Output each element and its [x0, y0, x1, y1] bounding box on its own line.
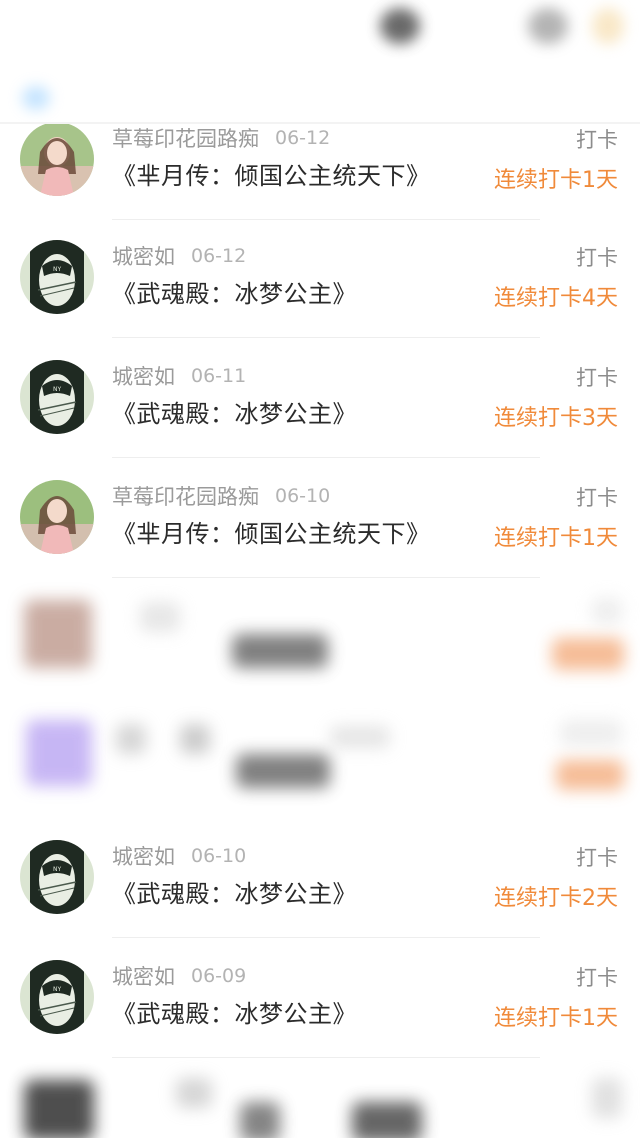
- blurred-text: [176, 1078, 212, 1108]
- book-title[interactable]: 《武魂殿：冰梦公主》: [112, 274, 357, 309]
- blurred-avatar: [24, 1080, 94, 1138]
- checkin-type-label: 打卡: [576, 486, 618, 510]
- svg-text:NY: NY: [53, 386, 61, 393]
- blurred-text: [240, 1102, 280, 1138]
- blurred-header-icon[interactable]: [592, 8, 624, 44]
- blurred-header-icon: [22, 86, 50, 110]
- blurred-streak: [556, 760, 624, 790]
- checkin-date: 06-10: [191, 845, 247, 867]
- blurred-list-item: [0, 698, 640, 818]
- list-item[interactable]: NY 城密如 06-09 打卡 《武魂殿：冰梦公主》 连续打卡1天: [0, 938, 640, 1058]
- checkin-date: 06-10: [275, 485, 331, 507]
- blurred-text: [352, 1102, 422, 1138]
- avatar-image-sketch: NY: [20, 240, 94, 314]
- blurred-streak: [552, 638, 624, 670]
- blurred-list-item: [0, 578, 640, 698]
- streak-label: 连续打卡3天: [494, 406, 618, 431]
- blurred-text: [592, 1078, 622, 1118]
- streak-label: 连续打卡4天: [494, 286, 618, 311]
- header-divider: [0, 122, 640, 124]
- avatar[interactable]: NY: [20, 360, 94, 434]
- list-item[interactable]: 草莓印花园路痴 06-10 打卡 《芈月传：倾国公主统天下》 连续打卡1天: [0, 458, 640, 578]
- checkin-type-label: 打卡: [576, 366, 618, 390]
- user-name[interactable]: 草莓印花园路痴: [112, 481, 259, 511]
- svg-text:NY: NY: [53, 866, 61, 873]
- blurred-text: [236, 754, 330, 788]
- blurred-list-item: [0, 1058, 640, 1138]
- svg-text:NY: NY: [53, 986, 61, 993]
- user-name[interactable]: 草莓印花园路痴: [112, 123, 259, 153]
- checkin-date: 06-11: [191, 365, 247, 387]
- avatar[interactable]: NY: [20, 240, 94, 314]
- streak-label: 连续打卡1天: [494, 1006, 618, 1031]
- avatar[interactable]: NY: [20, 960, 94, 1034]
- blurred-text: [180, 724, 210, 754]
- blurred-text: [116, 724, 146, 754]
- blurred-text: [330, 726, 390, 748]
- checkin-type-label: 打卡: [576, 128, 618, 152]
- blurred-text: [592, 598, 622, 624]
- svg-text:NY: NY: [53, 266, 61, 273]
- blurred-text: [560, 720, 622, 746]
- user-name[interactable]: 城密如: [112, 841, 175, 871]
- user-name[interactable]: 城密如: [112, 361, 175, 391]
- streak-label: 连续打卡1天: [494, 168, 618, 193]
- book-title[interactable]: 《武魂殿：冰梦公主》: [112, 874, 357, 909]
- user-name[interactable]: 城密如: [112, 961, 175, 991]
- checkin-type-label: 打卡: [576, 246, 618, 270]
- list-item[interactable]: NY 城密如 06-12 打卡 《武魂殿：冰梦公主》 连续打卡4天: [0, 218, 640, 338]
- blurred-header-icon[interactable]: [528, 8, 568, 44]
- blurred-header: [0, 0, 640, 124]
- avatar[interactable]: [20, 122, 94, 196]
- list-item[interactable]: NY 城密如 06-10 打卡 《武魂殿：冰梦公主》 连续打卡2天: [0, 818, 640, 938]
- blurred-header-icon[interactable]: [380, 8, 420, 44]
- avatar[interactable]: [20, 480, 94, 554]
- blurred-text: [232, 634, 328, 668]
- checkin-date: 06-12: [191, 245, 247, 267]
- checkin-type-label: 打卡: [576, 846, 618, 870]
- avatar[interactable]: NY: [20, 840, 94, 914]
- blurred-avatar: [24, 600, 92, 668]
- checkin-date: 06-09: [191, 965, 247, 987]
- book-title[interactable]: 《武魂殿：冰梦公主》: [112, 394, 357, 429]
- avatar-image-sketch: NY: [20, 960, 94, 1034]
- checkin-type-label: 打卡: [576, 966, 618, 990]
- avatar-image-girl: [20, 480, 94, 554]
- checkin-date: 06-12: [275, 127, 331, 149]
- list-item[interactable]: NY 城密如 06-11 打卡 《武魂殿：冰梦公主》 连续打卡3天: [0, 338, 640, 458]
- user-name[interactable]: 城密如: [112, 241, 175, 271]
- avatar-image-sketch: NY: [20, 840, 94, 914]
- streak-label: 连续打卡2天: [494, 886, 618, 911]
- streak-label: 连续打卡1天: [494, 526, 618, 551]
- book-title[interactable]: 《武魂殿：冰梦公主》: [112, 994, 357, 1029]
- book-title[interactable]: 《芈月传：倾国公主统天下》: [112, 156, 431, 191]
- checkin-feed-page: 草莓印花园路痴 06-12 打卡 《芈月传：倾国公主统天下》 连续打卡1天 NY: [0, 0, 640, 1138]
- blurred-avatar: [26, 720, 92, 786]
- avatar-image-sketch: NY: [20, 360, 94, 434]
- avatar-image-girl: [20, 122, 94, 196]
- blurred-text: [140, 602, 180, 632]
- book-title[interactable]: 《芈月传：倾国公主统天下》: [112, 514, 431, 549]
